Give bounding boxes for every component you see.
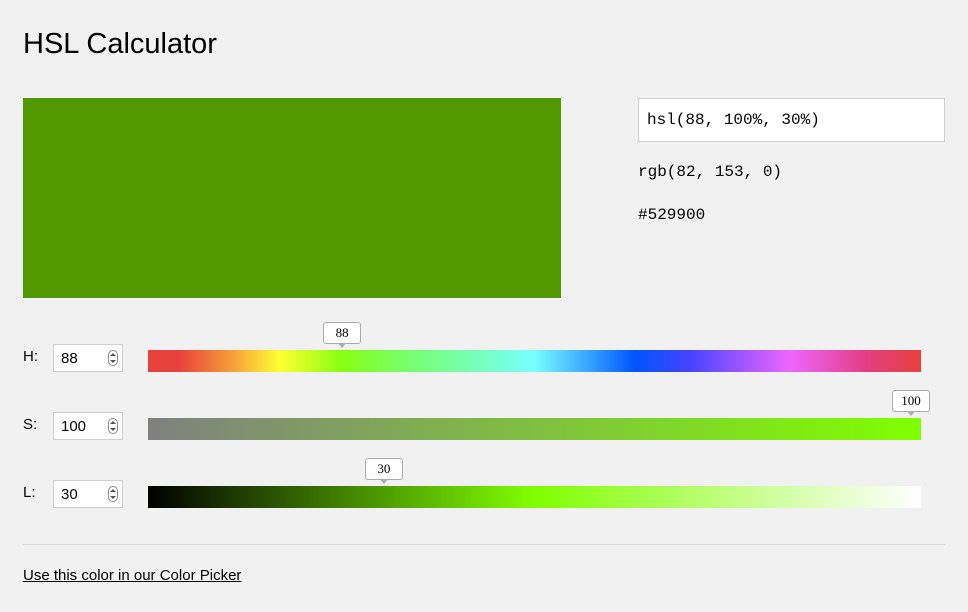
- lightness-slider-handle-tooltip[interactable]: 30: [364, 458, 403, 480]
- lightness-slider-track[interactable]: [148, 486, 921, 508]
- color-picker-link[interactable]: Use this color in our Color Picker: [23, 567, 241, 585]
- rgb-value-text: rgb(82, 153, 0): [638, 163, 783, 181]
- saturation-label: S:: [23, 416, 38, 433]
- divider: [23, 544, 945, 545]
- hex-value-text: #529900: [638, 206, 706, 224]
- hue-slider-handle-tooltip[interactable]: 88: [323, 322, 362, 344]
- saturation-number-input[interactable]: 100: [53, 412, 123, 440]
- spinner-arrows-icon[interactable]: [108, 418, 118, 434]
- hsl-input[interactable]: [638, 98, 945, 142]
- page-title: HSL Calculator: [23, 28, 217, 60]
- saturation-slider-handle-tooltip[interactable]: 100: [892, 390, 930, 412]
- hue-number-input[interactable]: 88: [53, 344, 123, 372]
- hue-slider-track[interactable]: [148, 350, 921, 372]
- hue-row: H: 88 88: [0, 322, 968, 382]
- color-preview-swatch: [23, 98, 561, 298]
- lightness-number-input[interactable]: 30: [53, 480, 123, 508]
- saturation-row: S: 100 100: [0, 390, 968, 450]
- spinner-arrows-icon[interactable]: [108, 486, 118, 502]
- lightness-row: L: 30 30: [0, 458, 968, 518]
- spinner-arrows-icon[interactable]: [108, 350, 118, 366]
- hue-label: H:: [23, 348, 38, 365]
- saturation-slider-track[interactable]: [148, 418, 921, 440]
- hue-number-value: 88: [61, 350, 78, 367]
- lightness-label: L:: [23, 484, 36, 501]
- lightness-number-value: 30: [61, 486, 78, 503]
- saturation-number-value: 100: [61, 418, 87, 435]
